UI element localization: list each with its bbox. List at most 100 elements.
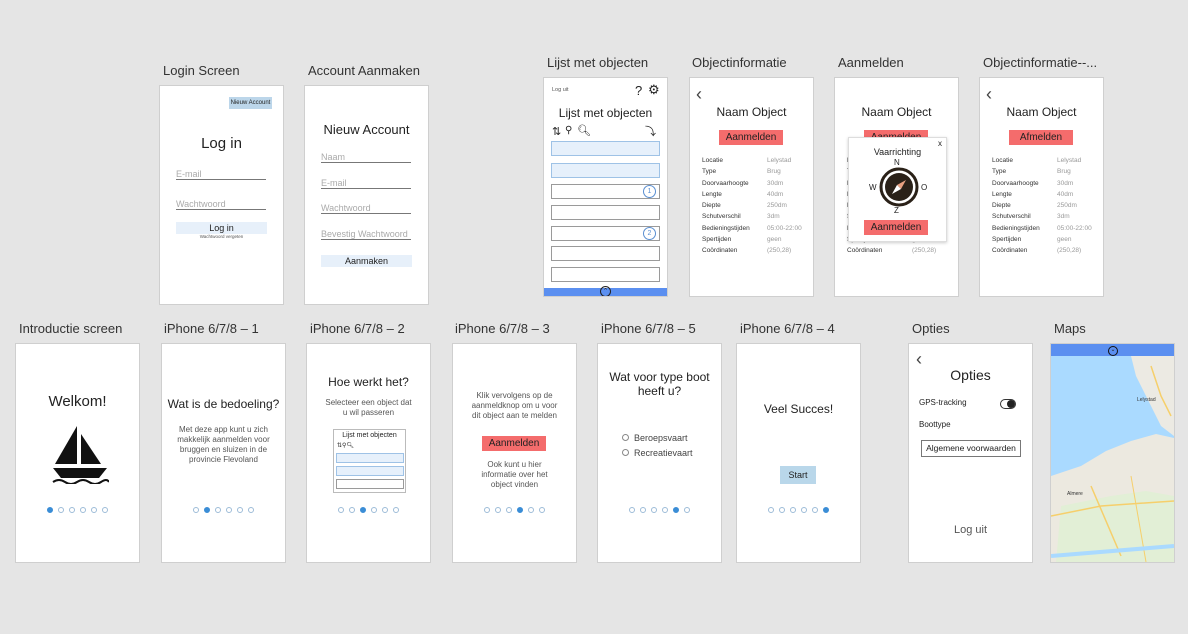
back-arrow-icon[interactable]: ‹ — [986, 84, 992, 105]
boat-type-radio-1[interactable]: Beroepsvaart — [622, 433, 688, 443]
artboard-iphone1: Wat is de bedoeling? Met deze app kunt u… — [161, 343, 286, 563]
list-item — [336, 466, 404, 476]
iphone3-body: Klik vervolgens op de aanmeldknop om u v… — [471, 391, 558, 420]
search-icon[interactable]: 🔍︎ — [577, 124, 591, 137]
label-iphone4: iPhone 6/7/8 – 4 — [740, 321, 835, 336]
help-icon[interactable]: ? — [635, 83, 642, 98]
list-item[interactable] — [551, 267, 660, 282]
mini-list-title: Lijst met objecten — [342, 432, 397, 439]
artboard-intro: Welkom! — [15, 343, 140, 563]
badge-count: 1 — [643, 185, 656, 198]
radio-circle[interactable] — [622, 449, 629, 456]
gps-toggle[interactable] — [1000, 399, 1016, 409]
boat-type-radio-2[interactable]: Recreatievaart — [622, 448, 693, 458]
route-icon[interactable]: ⤵ — [645, 123, 656, 139]
iphone1-body: Met deze app kunt u zich makkelijk aanme… — [177, 425, 270, 464]
artboard-objectinfo-afmelden: ‹ Naam Object Afmelden Locatie Type Doorva… — [979, 77, 1104, 297]
artboard-aanmelden: Naam Object Aanmelden LocatieTypeDoorvaa… — [834, 77, 959, 297]
badge-count: 2 — [643, 227, 656, 240]
iphone4-title: Veel Succes! — [763, 402, 834, 416]
artboard-iphone2: Hoe werkt het? Selecteer een object dat … — [306, 343, 431, 563]
object-name: Naam Object — [716, 105, 787, 119]
field-values: LelystadBrug30dm40dm250dm3dm05:00-22:00g… — [767, 157, 802, 255]
iphone1-title: Wat is de bedoeling? — [167, 397, 280, 411]
sort-icon[interactable]: ⇅ — [552, 125, 561, 138]
logout-link[interactable]: Log uit — [552, 87, 569, 93]
label-aanmelden: Aanmelden — [838, 55, 904, 70]
list-item[interactable]: 1 — [551, 184, 660, 199]
terms-button[interactable]: Algemene voorwaarden — [921, 440, 1021, 457]
list-item[interactable] — [551, 141, 660, 156]
label-objectinformatie: Objectinformatie — [692, 55, 787, 70]
iphone2-title: Hoe werkt het? — [328, 375, 409, 389]
artboard-account: Nieuw Account Naam E-mail Wachtwoord Bev… — [304, 85, 429, 305]
gps-label: GPS-tracking — [919, 398, 967, 407]
register-button[interactable]: Aanmelden — [719, 130, 783, 145]
chevron-up-icon[interactable]: ⌃ — [600, 286, 611, 296]
password-field[interactable]: Wachtwoord — [176, 199, 266, 210]
object-name: Naam Object — [1006, 105, 1077, 119]
location-pin-icon[interactable]: ⚲ — [565, 125, 572, 136]
compass-icon[interactable] — [879, 167, 919, 207]
popup-register-button[interactable]: Aanmelden — [864, 220, 928, 235]
register-button[interactable]: Aanmelden — [864, 130, 928, 137]
iphone5-title: Wat voor type boot heeft u? — [609, 370, 710, 398]
artboard-login: Nieuw Account Log in E-mail Wachtwoord L… — [159, 85, 284, 305]
password-field[interactable]: Wachtwoord — [321, 203, 411, 214]
object-name: Naam Object — [861, 105, 932, 119]
map-view[interactable] — [1051, 356, 1174, 562]
compass-w: W — [869, 183, 877, 192]
map-label-almere: Almere — [1067, 491, 1083, 497]
iphone3-body2: Ook kunt u hier informatie over het obje… — [481, 460, 548, 489]
label-iphone2: iPhone 6/7/8 – 2 — [310, 321, 405, 336]
field-labels: LocatieTypeDoorvaarhoogteLengteDiepteSch… — [702, 157, 750, 255]
label-iphone3: iPhone 6/7/8 – 3 — [455, 321, 550, 336]
email-field[interactable]: E-mail — [176, 169, 266, 180]
email-field[interactable]: E-mail — [321, 178, 411, 189]
field-values: LelystadBrug30dm40dm250dm3dm05:00-22:00g… — [1057, 157, 1092, 255]
page-indicator — [598, 507, 721, 513]
label-intro: Introductie screen — [19, 321, 123, 336]
bottom-bar[interactable]: ⌃ — [544, 286, 667, 296]
compass-n: N — [894, 158, 900, 167]
list-item[interactable]: 2 — [551, 226, 660, 241]
new-account-button[interactable]: Nieuw Account — [229, 97, 272, 109]
artboard-maps: ⌄ Lelystad Almere — [1050, 343, 1175, 563]
forgot-password-link[interactable]: Wachtwoord vergeten — [160, 234, 283, 239]
mini-toolbar-icons: ⇅⚲🔍︎ — [337, 443, 355, 449]
deregister-button[interactable]: Afmelden — [1009, 130, 1073, 145]
artboard-objectinfo: ‹ Naam Object Aanmelden Locatie Type Doorv… — [689, 77, 814, 297]
create-account-button[interactable]: Aanmaken — [321, 255, 412, 267]
account-title: Nieuw Account — [323, 122, 410, 137]
login-button[interactable]: Log in — [176, 222, 267, 234]
label-iphone5: iPhone 6/7/8 – 5 — [601, 321, 696, 336]
welcome-title: Welkom! — [48, 393, 107, 410]
label-opties: Opties — [912, 321, 950, 336]
page-indicator — [307, 507, 430, 513]
page-indicator — [737, 507, 860, 513]
label-iphone1: iPhone 6/7/8 – 1 — [164, 321, 259, 336]
iphone2-body: Selecteer een object dat u wil passeren — [325, 398, 412, 417]
page-indicator — [162, 507, 285, 513]
artboard-iphone3: Klik vervolgens op de aanmeldknop om u v… — [452, 343, 577, 563]
name-field[interactable]: Naam — [321, 152, 411, 163]
register-button[interactable]: Aanmelden — [482, 436, 546, 451]
confirm-password-field[interactable]: Bevestig Wachtwoord — [321, 229, 411, 240]
radio-circle[interactable] — [622, 434, 629, 441]
list-item[interactable] — [551, 163, 660, 178]
artboard-lijst: Log uit ? ⚙ Lijst met objecten ⇅ ⚲ 🔍︎ ⤵ … — [543, 77, 668, 297]
map-top-bar[interactable]: ⌄ — [1051, 344, 1174, 356]
mini-list-preview: Lijst met objecten ⇅⚲🔍︎ — [333, 429, 406, 493]
back-arrow-icon[interactable]: ‹ — [696, 84, 702, 105]
list-item[interactable] — [551, 246, 660, 261]
start-button[interactable]: Start — [780, 466, 816, 484]
map-label-lelystad: Lelystad — [1137, 397, 1156, 403]
chevron-down-icon[interactable]: ⌄ — [1108, 346, 1118, 356]
label-login-screen: Login Screen — [163, 63, 240, 78]
logout-button[interactable]: Log uit — [909, 524, 1032, 536]
compass-o: O — [921, 183, 928, 192]
label-maps: Maps — [1054, 321, 1086, 336]
gear-icon[interactable]: ⚙ — [648, 82, 660, 98]
list-title: Lijst met objecten — [558, 106, 653, 120]
list-item[interactable] — [551, 205, 660, 220]
